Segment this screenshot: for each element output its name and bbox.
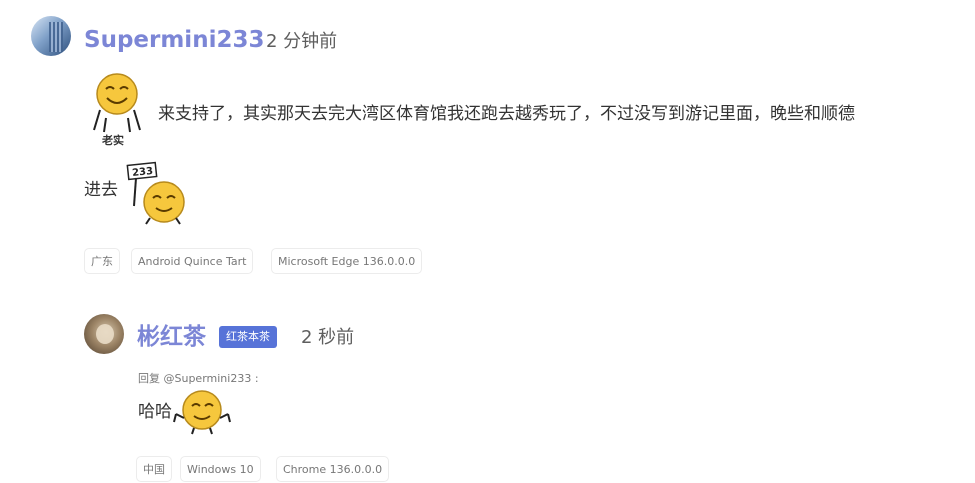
comment-text-continued: 进去: [84, 180, 118, 200]
comment-text: 来支持了，其实那天去完大湾区体育馆我还跑去越秀玩了，不过没写到游记里面，晚些和顺…: [158, 104, 855, 124]
emoji-caption: 老实: [102, 134, 124, 147]
reply-avatar[interactable]: [84, 314, 124, 354]
reply-to-label[interactable]: 回复 @Supermini233 :: [138, 370, 259, 386]
comment-time: 2 分钟前: [266, 31, 338, 52]
reply-text: 哈哈: [138, 402, 172, 422]
avatar[interactable]: [31, 16, 71, 56]
reply-username[interactable]: 彬红茶: [137, 323, 206, 351]
reply-time: 2 秒前: [301, 327, 355, 348]
browser-tag: Microsoft Edge 136.0.0.0: [271, 248, 423, 274]
sign-text: 233: [132, 166, 154, 179]
os-tag: Windows 10: [180, 456, 261, 482]
status-badge: 红茶本茶: [219, 326, 277, 348]
sign-emoji-icon: 233: [124, 158, 190, 226]
location-tag: 广东: [84, 248, 120, 274]
shrug-emoji-icon: [172, 388, 232, 436]
browser-tag: Chrome 136.0.0.0: [276, 456, 390, 482]
laugh-emoji-icon: 老实: [92, 72, 142, 150]
os-tag: Android Quince Tart: [131, 248, 254, 274]
comment-username[interactable]: Supermini233: [84, 26, 264, 54]
location-tag: 中国: [136, 456, 172, 482]
